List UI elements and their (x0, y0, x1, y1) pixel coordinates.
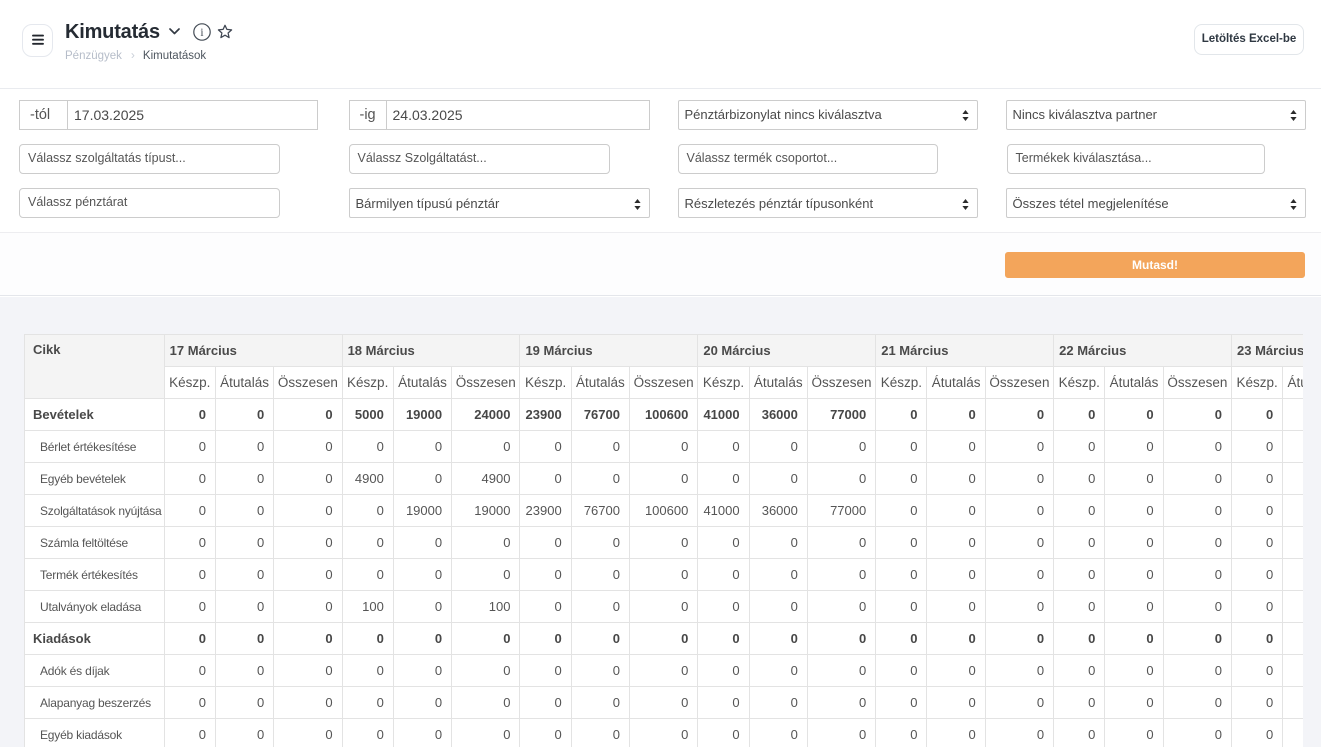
svg-text:i: i (200, 27, 203, 39)
